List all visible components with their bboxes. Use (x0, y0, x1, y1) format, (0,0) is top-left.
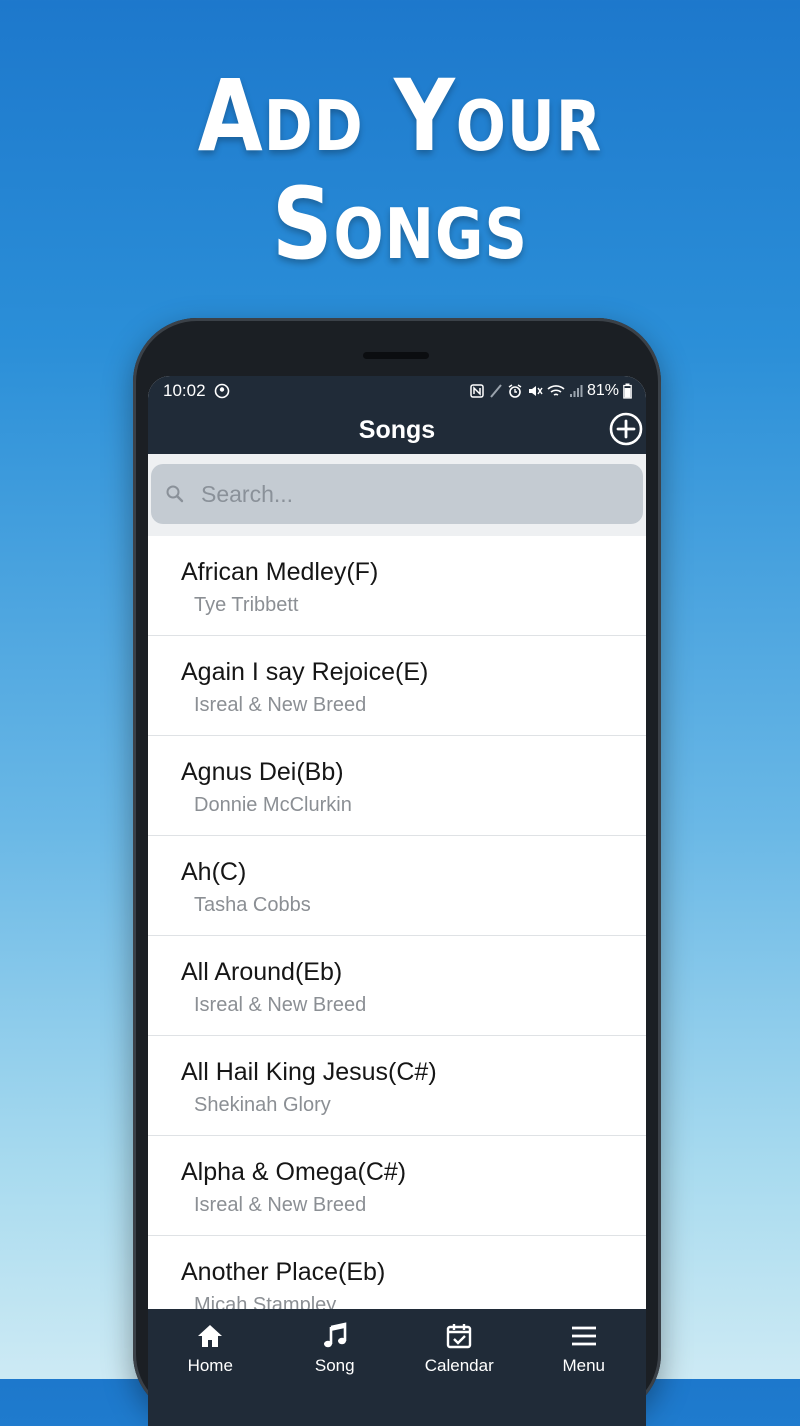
song-list-item[interactable]: Agnus Dei(Bb) Donnie McClurkin (148, 736, 646, 836)
song-artist: Tye Tribbett (194, 594, 299, 616)
add-song-button[interactable] (609, 412, 643, 446)
search-placeholder: Search... (201, 480, 294, 507)
nav-menu-label: Menu (562, 1356, 606, 1375)
signal-icon (569, 385, 583, 397)
home-icon (198, 1325, 223, 1347)
song-list: African Medley(F) Tye Tribbett Again I s… (148, 536, 646, 1336)
song-title: Agnus Dei(Bb) (181, 758, 344, 786)
alarm-icon (508, 384, 522, 398)
nfc-icon (470, 384, 484, 398)
page-title: Songs (358, 415, 436, 444)
nav-song-label: Song (314, 1356, 355, 1375)
app-bar: Songs (148, 406, 646, 454)
nav-home-label: Home (187, 1356, 233, 1375)
song-title: Alpha & Omega(C#) (181, 1158, 407, 1186)
phone-screen: 10:02 81% Songs Search... African Medley… (148, 376, 646, 1426)
nav-song[interactable]: Song (273, 1309, 398, 1426)
music-note-icon (323, 1322, 347, 1348)
battery-percent: 81% (586, 382, 619, 399)
song-list-item[interactable]: Ah(C) Tasha Cobbs (148, 836, 646, 936)
bottom-navigation: Home Song Calendar Menu (148, 1309, 646, 1426)
nav-calendar-label: Calendar (424, 1356, 494, 1375)
song-artist: Isreal & New Breed (194, 994, 367, 1016)
search-icon (166, 485, 184, 503)
status-bar: 10:02 81% (148, 376, 646, 406)
pen-icon (490, 384, 502, 398)
song-title: All Hail King Jesus(C#) (181, 1058, 437, 1086)
song-artist: Tasha Cobbs (194, 894, 311, 916)
nav-home[interactable]: Home (148, 1309, 273, 1426)
song-artist: Donnie McClurkin (194, 794, 352, 816)
headline-line-2: Songs (272, 166, 528, 282)
song-list-item[interactable]: All Around(Eb) Isreal & New Breed (148, 936, 646, 1036)
account-icon (214, 383, 229, 399)
status-time: 10:02 (163, 381, 206, 400)
calendar-check-icon (447, 1324, 472, 1349)
search-input[interactable]: Search... (151, 464, 643, 524)
battery-icon (623, 383, 632, 399)
nav-menu[interactable]: Menu (522, 1309, 647, 1426)
song-list-item[interactable]: All Hail King Jesus(C#) Shekinah Glory (148, 1036, 646, 1136)
song-title: Ah(C) (181, 858, 247, 886)
song-list-item[interactable]: Again I say Rejoice(E) Isreal & New Bree… (148, 636, 646, 736)
song-artist: Isreal & New Breed (194, 694, 367, 716)
phone-frame: 10:02 81% Songs Search... African Medley… (133, 318, 661, 1426)
song-list-item[interactable]: Alpha & Omega(C#) Isreal & New Breed (148, 1136, 646, 1236)
song-list-item[interactable]: African Medley(F) Tye Tribbett (148, 536, 646, 636)
song-title: Another Place(Eb) (181, 1258, 386, 1286)
song-title: African Medley(F) (181, 558, 379, 586)
hamburger-menu-icon (571, 1326, 596, 1346)
song-artist: Isreal & New Breed (194, 1194, 367, 1216)
song-title: All Around(Eb) (181, 958, 343, 986)
wifi-icon (547, 385, 565, 396)
mute-icon (528, 386, 543, 396)
phone-speaker (363, 352, 429, 359)
promo-headline: Add Your Songs (0, 58, 800, 282)
nav-calendar[interactable]: Calendar (397, 1309, 522, 1426)
song-artist: Shekinah Glory (194, 1094, 331, 1116)
search-container: Search... (148, 454, 646, 536)
song-title: Again I say Rejoice(E) (181, 658, 429, 686)
